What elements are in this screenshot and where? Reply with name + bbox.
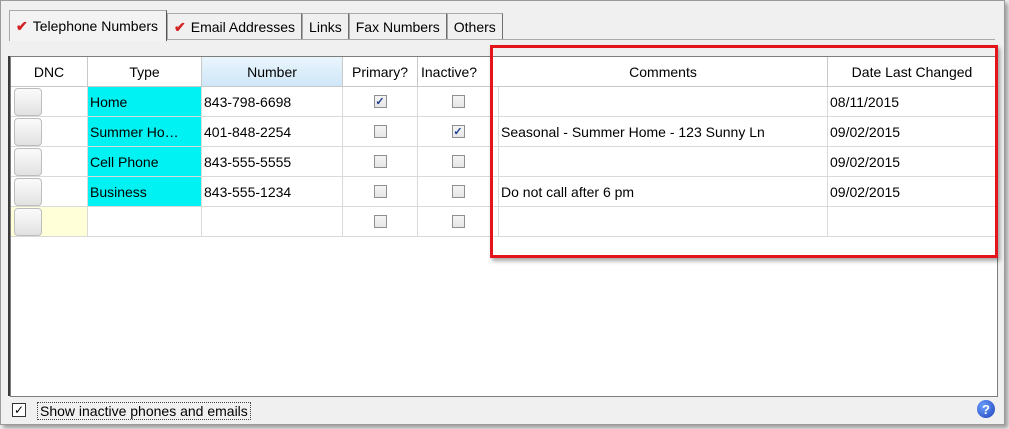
dnc-cell[interactable] bbox=[11, 177, 88, 207]
column-header-dnc[interactable]: DNC bbox=[11, 57, 88, 87]
tab-label: Links bbox=[309, 19, 342, 35]
number-cell[interactable]: 843-555-1234 bbox=[202, 177, 343, 207]
primary-checkbox[interactable] bbox=[373, 155, 387, 168]
primary-checkbox[interactable] bbox=[373, 215, 387, 228]
inactive-cell[interactable] bbox=[418, 177, 499, 207]
help-icon[interactable]: ? bbox=[977, 400, 995, 418]
dnc-cell[interactable] bbox=[11, 147, 88, 177]
inactive-cell[interactable] bbox=[418, 87, 499, 117]
inactive-cell[interactable]: ✓ bbox=[418, 117, 499, 147]
show-inactive-checkbox[interactable]: ✓ bbox=[12, 403, 26, 417]
comments-cell[interactable] bbox=[499, 87, 828, 117]
dnc-cell[interactable] bbox=[11, 207, 88, 237]
column-header-inactive[interactable]: Inactive? bbox=[418, 57, 502, 87]
type-cell[interactable] bbox=[88, 207, 202, 237]
inactive-cell[interactable] bbox=[418, 207, 499, 237]
row-selector[interactable] bbox=[14, 88, 42, 116]
tab-label: Telephone Numbers bbox=[32, 18, 159, 34]
tab-label: Others bbox=[453, 19, 496, 35]
column-header-number[interactable]: Number bbox=[202, 57, 343, 87]
date-cell[interactable]: 08/11/2015 bbox=[828, 87, 997, 117]
inactive-checkbox[interactable] bbox=[451, 155, 465, 168]
tab-strip: ✔ Telephone Numbers ✔ Email Addresses Links F… bbox=[9, 10, 503, 41]
tab-telephone-numbers[interactable]: ✔ Telephone Numbers bbox=[9, 10, 168, 41]
inactive-checkbox[interactable]: ✓ bbox=[451, 125, 465, 138]
column-header-date-last-changed[interactable]: Date Last Changed bbox=[828, 57, 997, 87]
dnc-cell[interactable] bbox=[11, 87, 88, 117]
tab-email-addresses[interactable]: ✔ Email Addresses bbox=[167, 13, 303, 40]
check-mark-icon: ✔ bbox=[174, 18, 186, 35]
tab-label: Fax Numbers bbox=[355, 19, 440, 35]
comments-cell[interactable] bbox=[499, 147, 828, 177]
primary-checkbox[interactable]: ✓ bbox=[373, 95, 387, 108]
number-cell[interactable] bbox=[202, 207, 343, 237]
number-cell[interactable]: 843-555-5555 bbox=[202, 147, 343, 177]
column-header-primary[interactable]: Primary? bbox=[343, 57, 418, 87]
number-cell[interactable]: 843-798-6698 bbox=[202, 87, 343, 117]
row-selector[interactable] bbox=[14, 148, 42, 176]
date-cell[interactable]: 09/02/2015 bbox=[828, 177, 997, 207]
type-cell[interactable]: Home bbox=[88, 87, 202, 117]
tab-links[interactable]: Links bbox=[302, 13, 349, 40]
primary-cell[interactable] bbox=[343, 117, 418, 147]
comments-cell[interactable]: Seasonal - Summer Home - 123 Sunny Ln bbox=[499, 117, 828, 147]
comments-cell[interactable]: Do not call after 6 pm bbox=[499, 177, 828, 207]
inactive-checkbox[interactable] bbox=[451, 95, 465, 108]
date-cell[interactable] bbox=[828, 207, 997, 237]
date-cell[interactable]: 09/02/2015 bbox=[828, 117, 997, 147]
row-selector[interactable] bbox=[14, 208, 42, 236]
comments-cell[interactable] bbox=[499, 207, 828, 237]
number-cell[interactable]: 401-848-2254 bbox=[202, 117, 343, 147]
show-inactive-label[interactable]: Show inactive phones and emails bbox=[37, 402, 251, 420]
row-selector[interactable] bbox=[14, 178, 42, 206]
inactive-checkbox[interactable] bbox=[451, 215, 465, 228]
primary-cell[interactable] bbox=[343, 207, 418, 237]
tab-label: Email Addresses bbox=[190, 19, 296, 35]
type-cell[interactable]: Business bbox=[88, 177, 202, 207]
inactive-checkbox[interactable] bbox=[451, 185, 465, 198]
primary-cell[interactable]: ✓ bbox=[343, 87, 418, 117]
column-header-type[interactable]: Type bbox=[88, 57, 202, 87]
row-selector[interactable] bbox=[14, 118, 42, 146]
type-cell[interactable]: Summer Ho… bbox=[88, 117, 202, 147]
primary-cell[interactable] bbox=[343, 147, 418, 177]
tab-fax-numbers[interactable]: Fax Numbers bbox=[348, 13, 447, 40]
type-cell[interactable]: Cell Phone bbox=[88, 147, 202, 177]
check-mark-icon: ✔ bbox=[16, 17, 28, 34]
column-header-comments[interactable]: Comments bbox=[499, 57, 828, 87]
dnc-cell[interactable] bbox=[11, 117, 88, 147]
phone-numbers-grid: DNC Type Number Primary? Inactive? Comme… bbox=[10, 56, 998, 397]
primary-checkbox[interactable] bbox=[373, 185, 387, 198]
primary-cell[interactable] bbox=[343, 177, 418, 207]
inactive-cell[interactable] bbox=[418, 147, 499, 177]
primary-checkbox[interactable] bbox=[373, 125, 387, 138]
tab-others[interactable]: Others bbox=[446, 13, 503, 40]
date-cell[interactable]: 09/02/2015 bbox=[828, 147, 997, 177]
